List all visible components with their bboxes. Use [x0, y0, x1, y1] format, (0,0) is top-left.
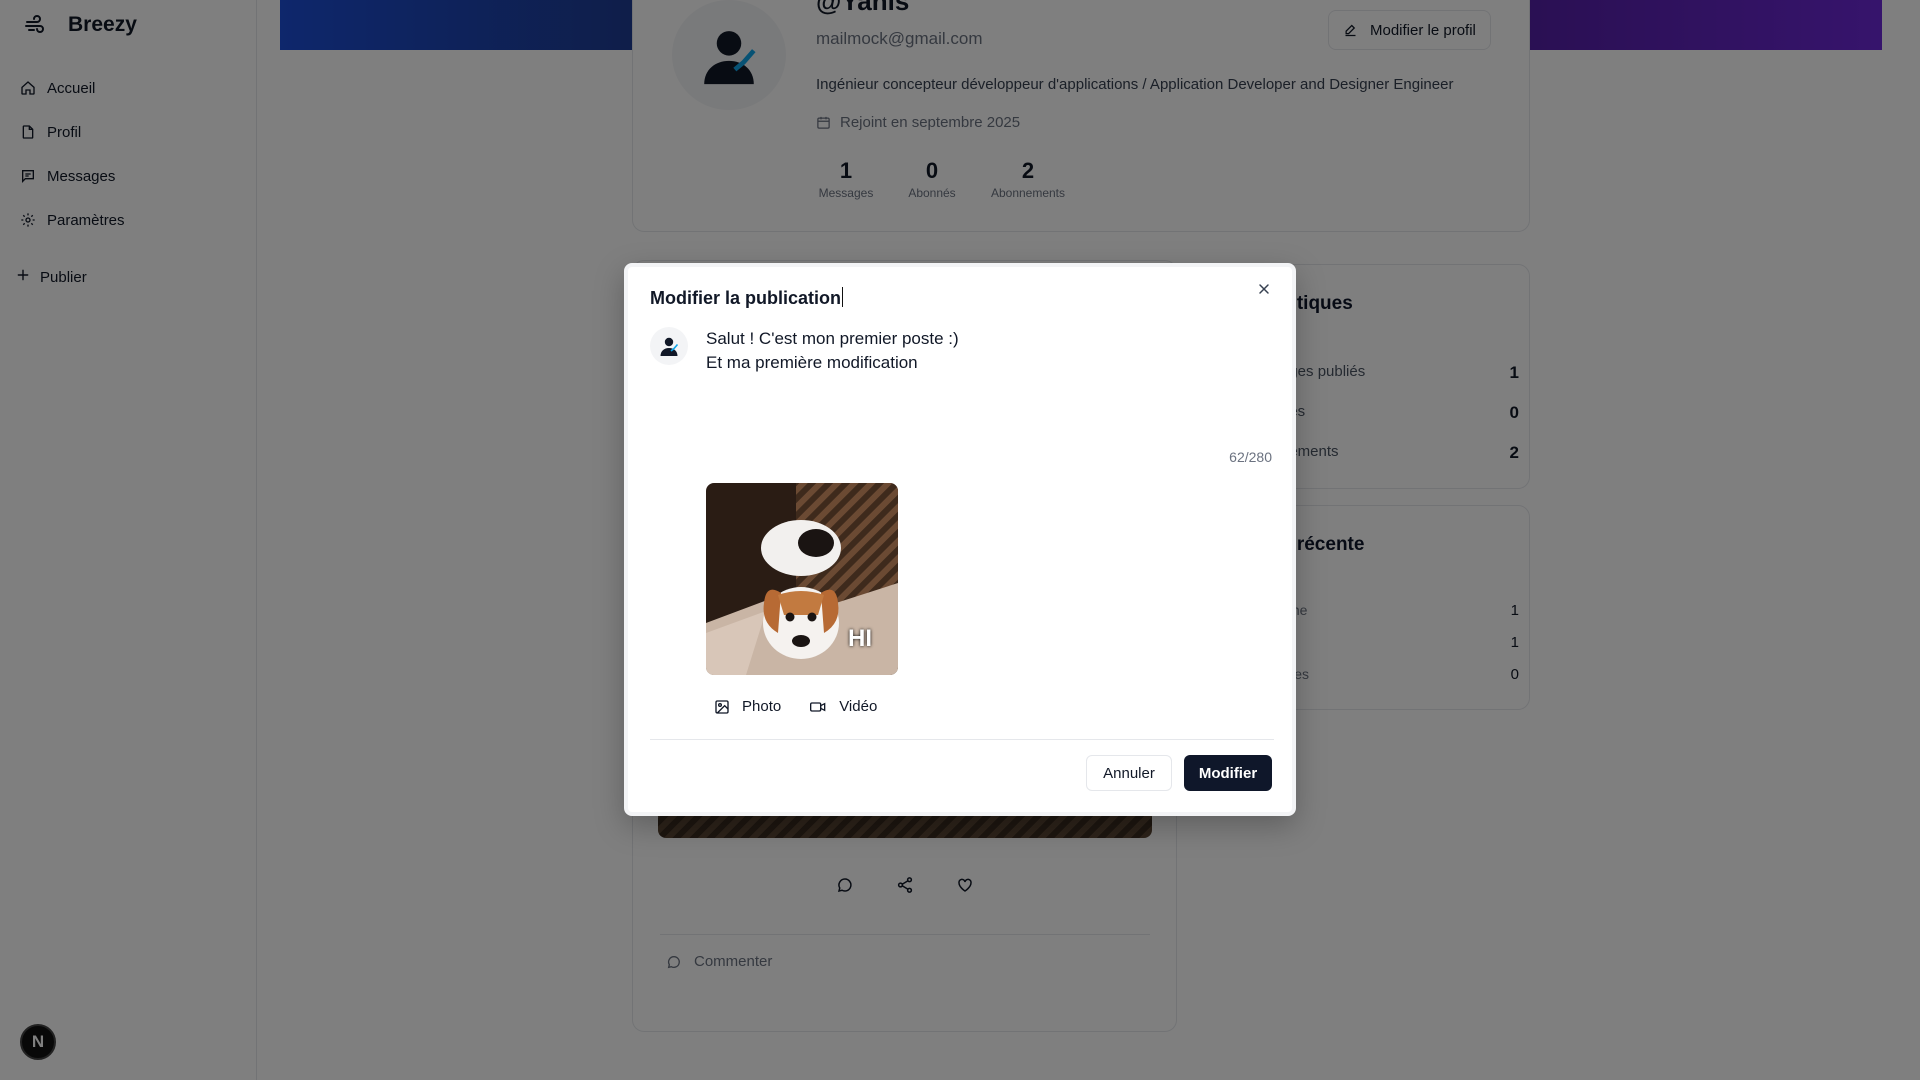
author-avatar [650, 327, 688, 365]
add-photo-button[interactable]: Photo [714, 698, 781, 715]
edit-post-dialog: Modifier la publication Salut ! C'est mo… [624, 263, 1296, 816]
attached-gif[interactable]: HI [706, 483, 898, 675]
submit-edit-button[interactable]: Modifier [1184, 755, 1272, 791]
dialog-title: Modifier la publication [650, 287, 844, 309]
dialog-divider [650, 739, 1274, 740]
post-textarea[interactable]: Salut ! C'est mon premier poste :) Et ma… [706, 327, 959, 375]
character-counter: 62/280 [1229, 449, 1272, 465]
gif-caption: HI [848, 625, 872, 652]
text-caret [842, 287, 844, 307]
dialog-title-text: Modifier la publication [650, 288, 842, 308]
video-label: Vidéo [839, 698, 878, 715]
media-toolbar: Photo Vidéo [714, 698, 877, 715]
video-icon [810, 701, 826, 712]
add-video-button[interactable]: Vidéo [809, 698, 877, 715]
close-icon[interactable] [1256, 281, 1272, 297]
cancel-button[interactable]: Annuler [1086, 755, 1172, 791]
photo-label: Photo [742, 698, 782, 715]
user-avatar-icon [660, 337, 679, 356]
image-icon [715, 699, 729, 714]
